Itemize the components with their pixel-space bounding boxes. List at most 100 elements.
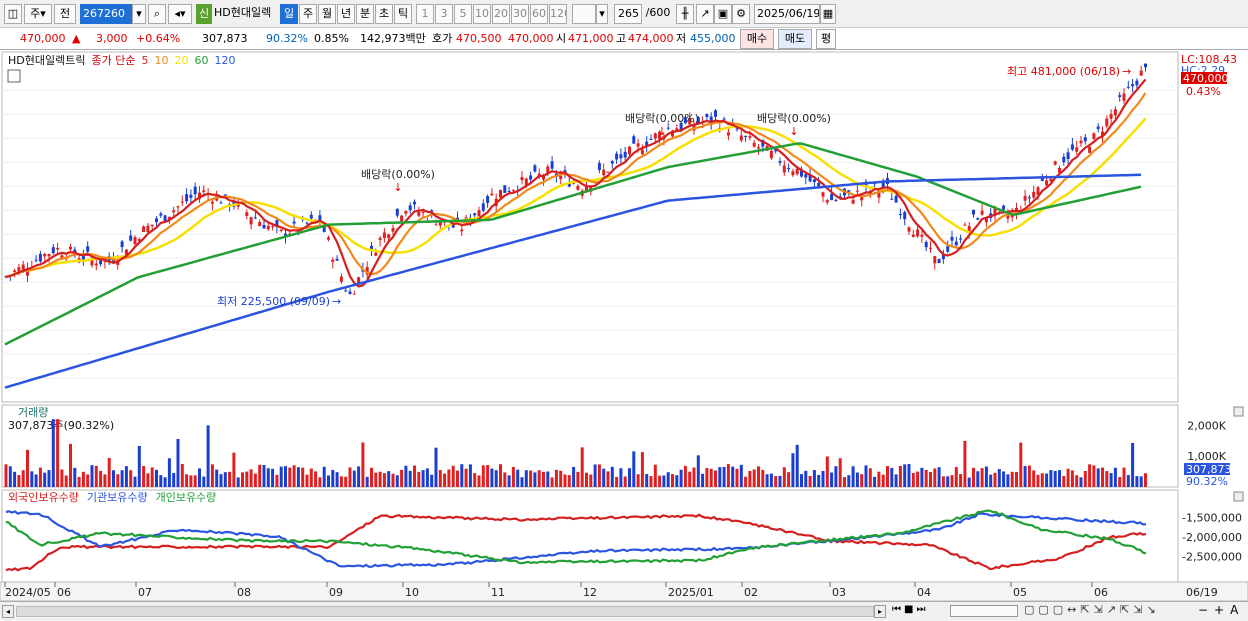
scroll-right-icon[interactable]: ▸ [874, 605, 886, 618]
volume-tick-label: 2,000K [1187, 419, 1226, 432]
volume-bar [937, 467, 941, 487]
candle-body [86, 246, 90, 252]
bottom-bar: ◂ ▸ ⏮■⏭ ▢▢▢↔⇱⇲↗⇱⇲↘ −+A [0, 601, 1248, 621]
count-input[interactable]: 265 [614, 4, 642, 24]
period-button[interactable]: 주 [299, 4, 317, 24]
volume-bar [1062, 475, 1066, 487]
volume-bar [64, 475, 68, 487]
market-select[interactable]: 주▾ [24, 4, 52, 24]
save-icon[interactable]: ▣ [714, 4, 732, 24]
unit-button[interactable]: 3 [435, 4, 453, 24]
buy-button[interactable]: 매수 [740, 29, 774, 49]
x-tick-label: 09 [329, 586, 343, 599]
period-button[interactable]: 월 [318, 4, 336, 24]
candle-body [851, 199, 855, 204]
period-button[interactable]: 틱 [394, 4, 412, 24]
candle-body [1105, 118, 1109, 127]
volume-bar [271, 468, 275, 487]
volume-bar [47, 470, 51, 487]
unit-button[interactable]: 5 [454, 4, 472, 24]
volume-bar [34, 474, 38, 487]
period-button[interactable]: 일 [280, 4, 298, 24]
candle-body [812, 179, 816, 183]
count-max: /600 [645, 6, 671, 19]
code-dropdown-icon[interactable]: ▾ [132, 4, 146, 24]
volume-bar [142, 465, 146, 487]
holding-legend-item: 기관보유수량 [87, 491, 148, 504]
volume-bar [563, 474, 567, 487]
search-icon[interactable]: ⌕ [148, 4, 166, 24]
price-chart[interactable]: HD현대일렉트릭 종가 단순 5 10 20 60 120 LC:108.43HC:2.294… [0, 50, 1248, 601]
gear-icon[interactable]: ⚙ [732, 4, 750, 24]
volume-bar [159, 475, 163, 487]
volume-bar [576, 471, 580, 487]
unit-button[interactable]: 60 [530, 4, 548, 24]
candle-body [916, 229, 920, 237]
volume-bar [249, 469, 253, 487]
sell-button[interactable]: 매도 [778, 29, 812, 49]
volume-bar [671, 474, 674, 487]
volume-bar [1113, 467, 1117, 487]
volume-bar [438, 470, 442, 487]
unit-button[interactable]: 20 [492, 4, 510, 24]
range-select[interactable]: 전 [54, 4, 76, 24]
candle-body [13, 270, 17, 272]
unit-button[interactable]: 30 [511, 4, 529, 24]
period-button[interactable]: 초 [375, 4, 393, 24]
volume-bar [107, 457, 111, 487]
candle-body [744, 135, 748, 137]
playback-controls[interactable]: ⏮■⏭ [892, 604, 928, 615]
draw-icon[interactable]: ↗ [696, 4, 714, 24]
unit-button[interactable]: 10 [473, 4, 491, 24]
volume-bar [215, 469, 219, 487]
scroll-left-icon[interactable]: ◂ [2, 605, 14, 618]
date-input[interactable]: 2025/06/19 [754, 4, 820, 24]
bid: 470,000 [508, 32, 554, 45]
period-button[interactable]: 년 [337, 4, 355, 24]
avg-button[interactable]: 평 [816, 29, 836, 49]
volume-bar [606, 471, 610, 487]
unit-extra[interactable] [572, 4, 596, 24]
volume-bar [834, 466, 838, 487]
volume-bar [589, 474, 593, 487]
candle-body [628, 146, 631, 155]
sound-icon[interactable]: ◂▾ [168, 4, 192, 24]
volume-bar [636, 474, 640, 487]
volume-bar [253, 473, 257, 487]
volume-bar [13, 471, 17, 487]
chart-type-icon[interactable]: ╫ [676, 4, 694, 24]
unit-button[interactable]: 120 [549, 4, 567, 24]
scrollbar-track[interactable] [16, 606, 874, 617]
candle-body [632, 136, 636, 144]
tool-icons[interactable]: ▢▢▢↔⇱⇲↗⇱⇲↘ [1024, 603, 1160, 616]
layout-icon[interactable]: ◫ [4, 4, 22, 24]
volume-bar [284, 466, 287, 487]
volume-bar [881, 474, 885, 487]
volume-bar [1070, 470, 1074, 487]
volume-bar [1105, 471, 1109, 487]
volume-bar [929, 472, 932, 487]
volume-bar [791, 453, 795, 487]
volume-bar [554, 469, 558, 487]
volume-bar [8, 466, 12, 487]
code-input[interactable]: 267260 [80, 4, 132, 24]
volume-bar [348, 467, 352, 487]
volume: 307,873 [202, 32, 248, 45]
period-button[interactable]: 분 [356, 4, 374, 24]
candle-body [253, 217, 257, 219]
x-tick-label: 03 [832, 586, 846, 599]
zoom-slider[interactable] [950, 605, 1018, 617]
zoom-icons[interactable]: −+A [1198, 603, 1244, 617]
candle-body [937, 259, 941, 264]
candle-body [292, 221, 296, 224]
volume-bar [408, 470, 412, 487]
unit-dropdown-icon[interactable]: ▾ [596, 4, 608, 24]
unit-button[interactable]: 1 [416, 4, 434, 24]
volume-bar [150, 467, 154, 487]
candle-body [47, 254, 51, 257]
volume-bar [1088, 464, 1092, 487]
volume-bar [146, 473, 150, 487]
volume-bar [593, 464, 597, 487]
calendar-icon[interactable]: ▦ [820, 4, 836, 24]
candle-body [606, 171, 610, 173]
